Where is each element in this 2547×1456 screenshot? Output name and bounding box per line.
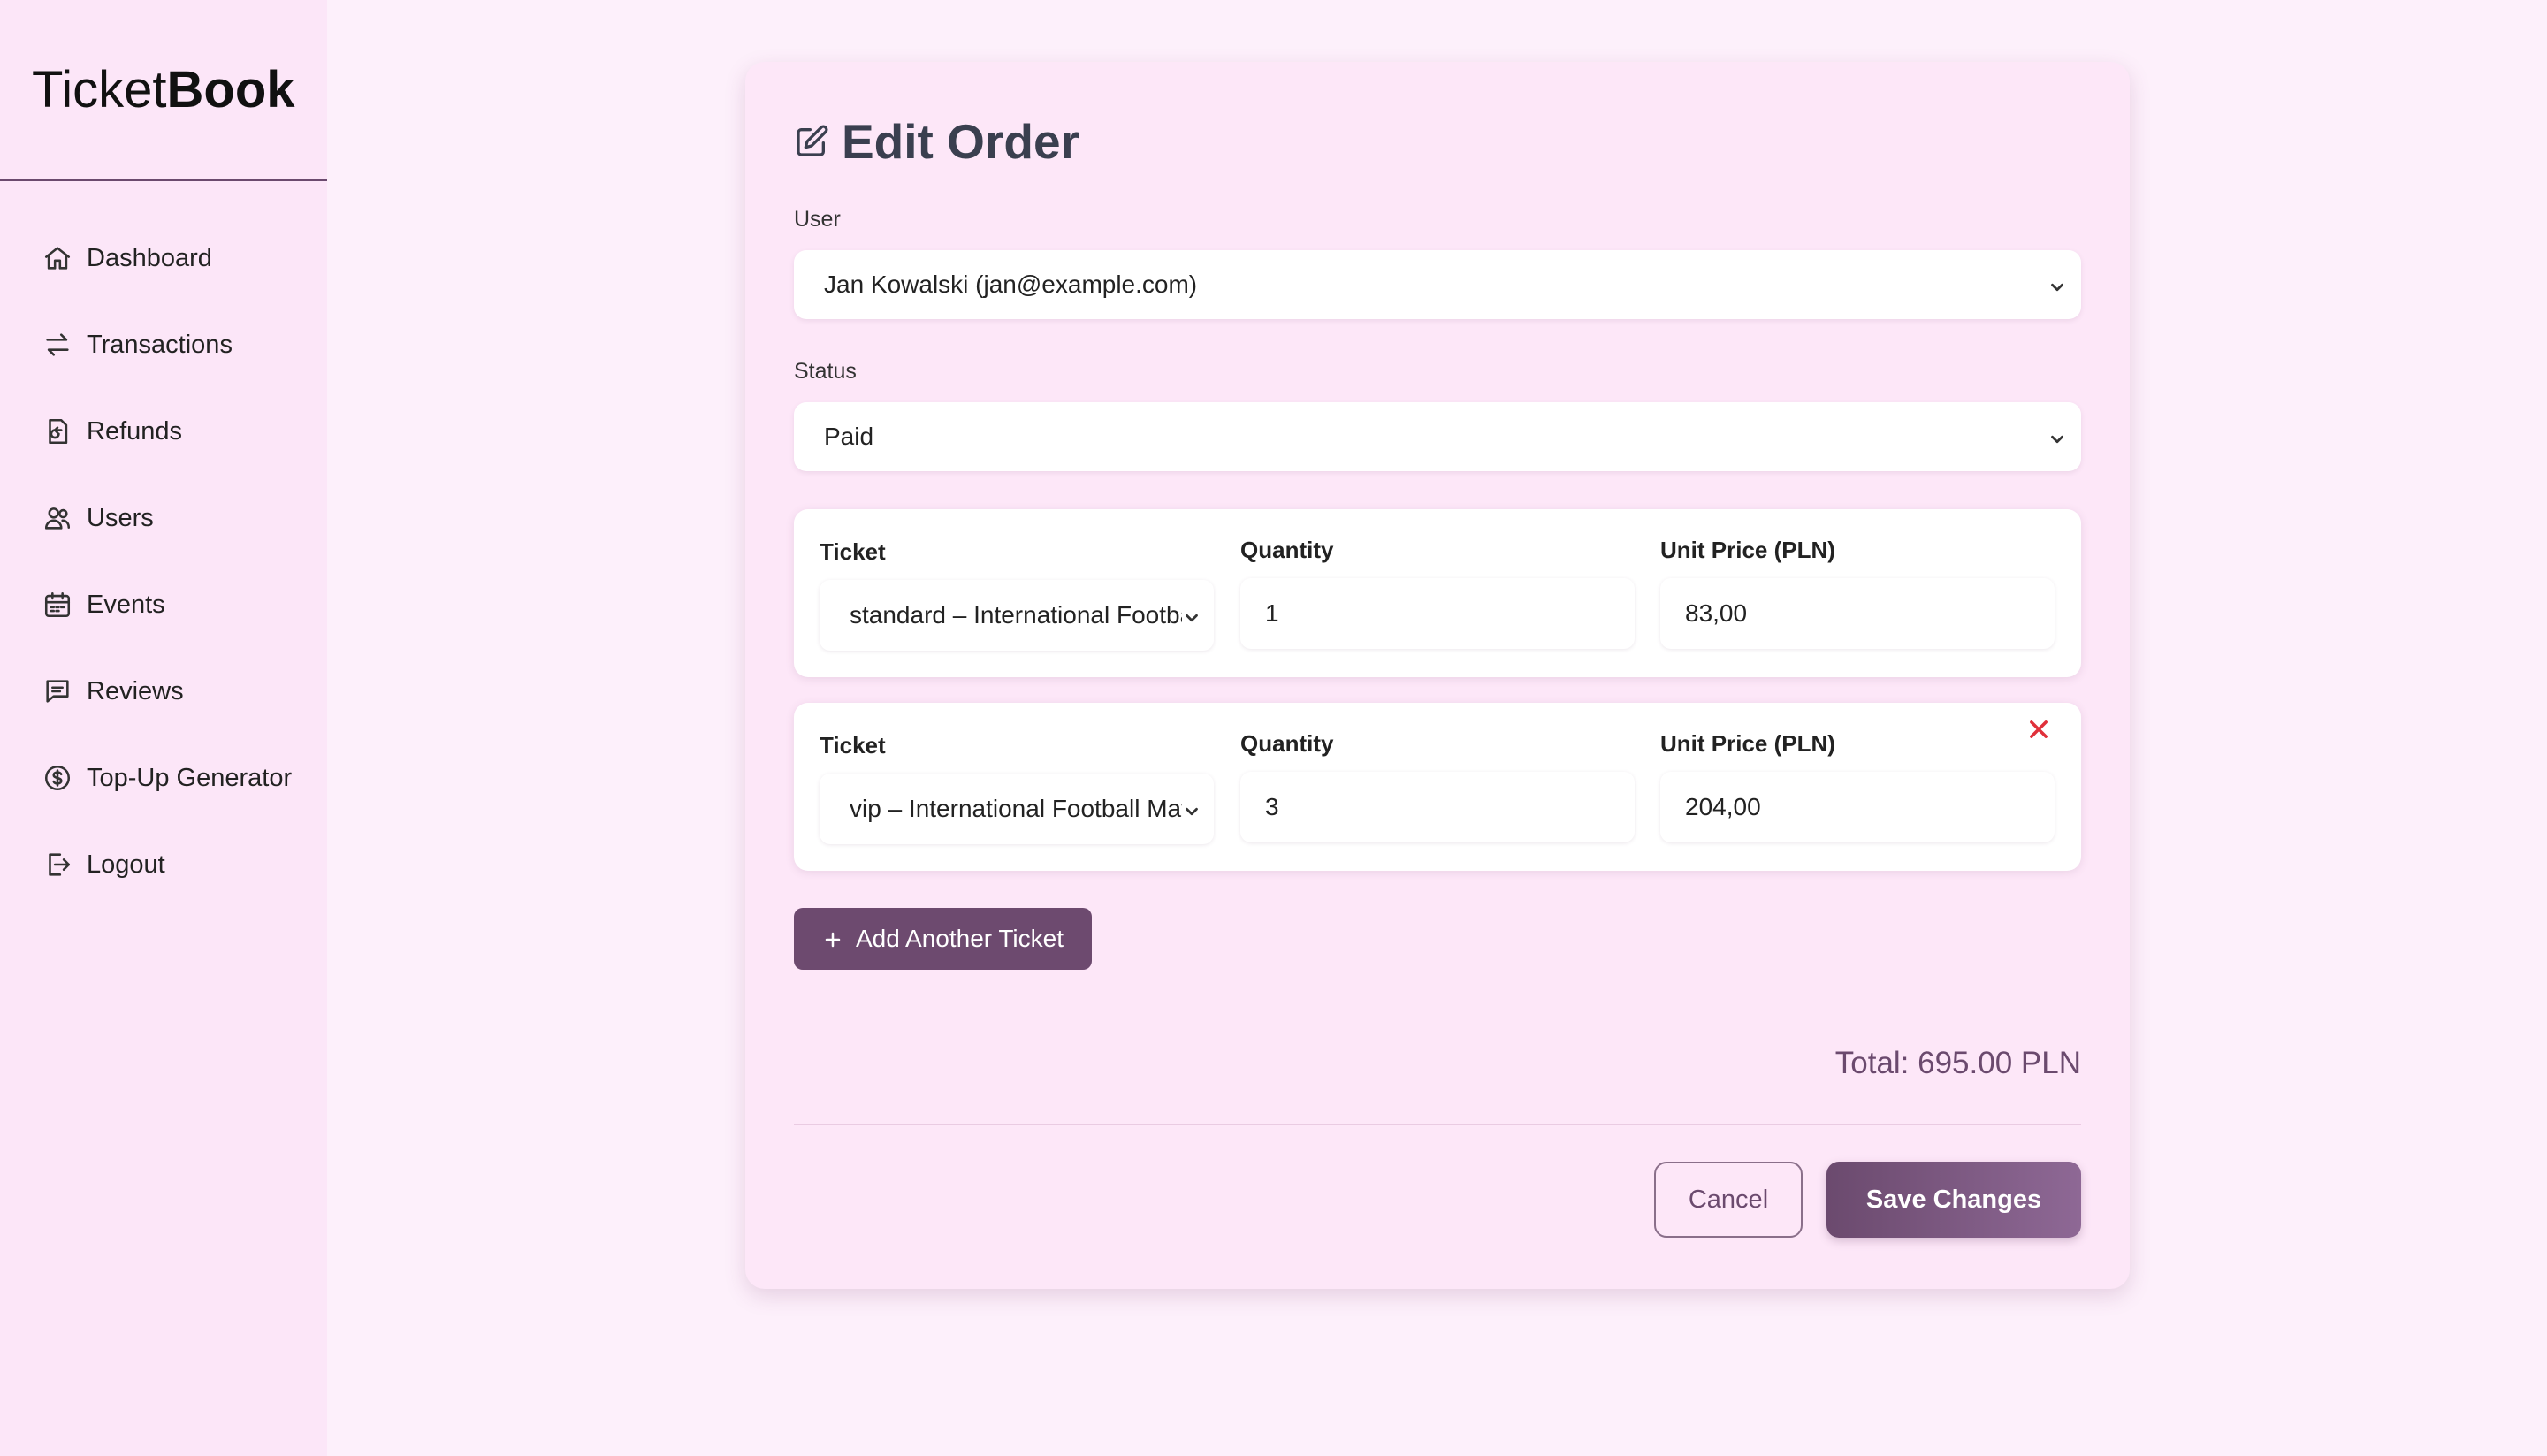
- chevron-down-icon: [2048, 427, 2067, 446]
- unit-price-label: Unit Price (PLN): [1660, 730, 1835, 757]
- order-total: Total: 695.00 PLN: [1834, 1046, 2081, 1080]
- sidebar-item-label: Refunds: [87, 416, 183, 446]
- calendar-icon: [42, 590, 72, 620]
- sidebar-item-label: Logout: [87, 850, 165, 879]
- brand-logo[interactable]: Ticket Book: [0, 0, 327, 181]
- unit-price-label: Unit Price (PLN): [1660, 537, 1835, 563]
- chevron-down-icon: [2048, 275, 2067, 294]
- sidebar-item-label: Dashboard: [87, 243, 212, 272]
- arrows-swap-icon: [42, 330, 72, 360]
- dollar-circle-icon: [42, 763, 72, 793]
- page-title: Edit Order: [794, 113, 1079, 170]
- sidebar-item-users[interactable]: Users: [0, 475, 327, 561]
- ticket-select[interactable]: vip – International Football Match: [820, 774, 1214, 844]
- receipt-refund-icon: [42, 416, 72, 446]
- quantity-input[interactable]: 1: [1240, 578, 1635, 649]
- brand-light: Ticket: [32, 60, 167, 118]
- sidebar-item-label: Transactions: [87, 330, 233, 359]
- user-select[interactable]: Jan Kowalski (jan@example.com): [794, 250, 2081, 319]
- quantity-input[interactable]: 3: [1240, 772, 1635, 842]
- sidebar-item-events[interactable]: Events: [0, 561, 327, 648]
- status-label: Status: [794, 359, 857, 384]
- brand-bold: Book: [166, 60, 295, 118]
- save-changes-button[interactable]: Save Changes: [1826, 1162, 2081, 1238]
- unit-price-input[interactable]: 83,00: [1660, 578, 2055, 649]
- ticket-select-value: standard – International Football Match: [850, 601, 1182, 629]
- sidebar-nav: Dashboard Transactions Refunds Users Eve…: [0, 181, 327, 908]
- sidebar-item-reviews[interactable]: Reviews: [0, 648, 327, 735]
- sidebar-item-label: Events: [87, 590, 165, 619]
- status-select-value: Paid: [824, 423, 874, 450]
- sidebar-item-label: Reviews: [87, 676, 184, 705]
- page-title-text: Edit Order: [842, 114, 1079, 169]
- ticket-row: Ticket standard – International Football…: [794, 509, 2081, 677]
- ticket-row: Ticket vip – International Football Matc…: [794, 703, 2081, 871]
- sidebar-item-top-up-generator[interactable]: Top-Up Generator: [0, 735, 327, 821]
- ticket-select[interactable]: standard – International Football Match: [820, 580, 1214, 651]
- home-icon: [42, 243, 72, 273]
- quantity-label: Quantity: [1240, 730, 1334, 757]
- sidebar-item-label: Top-Up Generator: [87, 763, 293, 792]
- sidebar-item-transactions[interactable]: Transactions: [0, 301, 327, 388]
- remove-ticket-icon[interactable]: [2026, 717, 2051, 742]
- quantity-label: Quantity: [1240, 537, 1334, 563]
- add-ticket-label: Add Another Ticket: [855, 925, 1064, 952]
- sidebar: Ticket Book Dashboard Transactions Refund…: [0, 0, 327, 1456]
- ticket-label: Ticket: [820, 538, 886, 565]
- edit-icon: [797, 125, 828, 156]
- logout-icon: [42, 850, 72, 880]
- users-icon: [42, 503, 72, 533]
- divider: [794, 1124, 2081, 1125]
- user-select-value: Jan Kowalski (jan@example.com): [824, 271, 1198, 298]
- ticket-label: Ticket: [820, 732, 886, 758]
- ticket-select-value: vip – International Football Match: [850, 795, 1182, 822]
- sidebar-item-dashboard[interactable]: Dashboard: [0, 215, 327, 301]
- plus-icon: [822, 928, 843, 949]
- chevron-down-icon: [1182, 799, 1201, 819]
- edit-order-card: Edit Order User Jan Kowalski (jan@exampl…: [745, 62, 2130, 1289]
- sidebar-item-refunds[interactable]: Refunds: [0, 388, 327, 475]
- cancel-button[interactable]: Cancel: [1654, 1162, 1803, 1238]
- status-select[interactable]: Paid: [794, 402, 2081, 471]
- chevron-down-icon: [1182, 606, 1201, 625]
- unit-price-input[interactable]: 204,00: [1660, 772, 2055, 842]
- chat-icon: [42, 676, 72, 706]
- sidebar-item-label: Users: [87, 503, 154, 532]
- sidebar-item-logout[interactable]: Logout: [0, 821, 327, 908]
- add-ticket-button[interactable]: Add Another Ticket: [794, 908, 1092, 970]
- user-label: User: [794, 207, 841, 232]
